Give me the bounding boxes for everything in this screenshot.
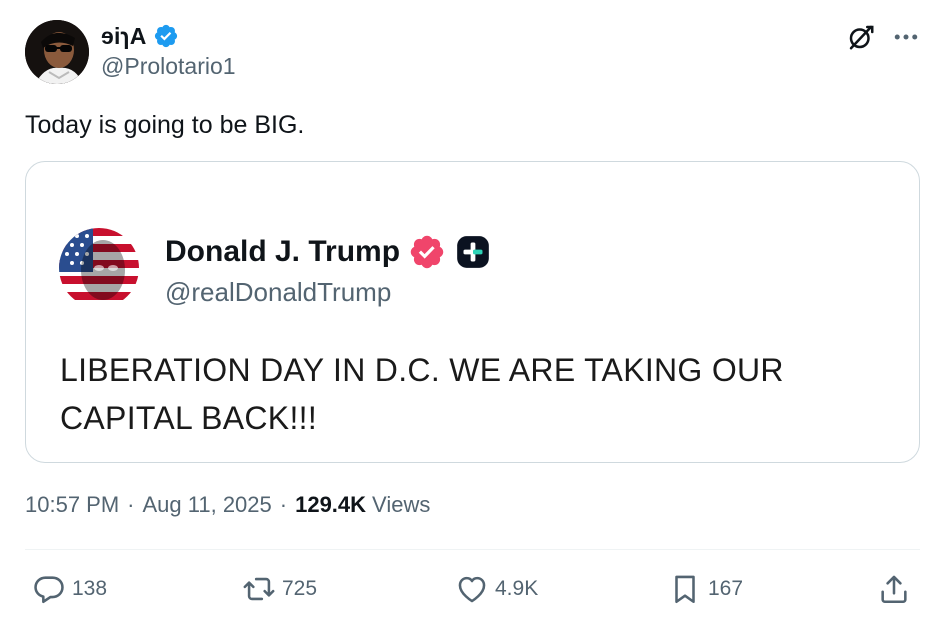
quoted-name-line: Donald J. Trump — [165, 232, 492, 272]
quoted-author-avatar — [59, 228, 139, 308]
repost-icon — [243, 577, 275, 601]
tweet: ɘiɿA @Prolotario1 Today is going to be B… — [0, 0, 944, 625]
heart-icon — [458, 576, 486, 603]
share-button[interactable] — [877, 570, 911, 608]
quoted-handle: @realDonaldTrump — [165, 277, 392, 307]
quoted-display-name: Donald J. Trump — [165, 235, 401, 268]
bookmark-button[interactable]: 167 — [668, 570, 743, 608]
repost-button[interactable]: 725 — [242, 570, 317, 608]
bookmark-count: 167 — [708, 577, 744, 600]
divider — [25, 549, 920, 550]
like-button[interactable]: 4.9K — [455, 570, 538, 608]
repost-count: 725 — [282, 577, 318, 600]
bookmark-icon — [675, 575, 695, 604]
author-avatar[interactable] — [25, 20, 89, 84]
truth-plus-icon — [457, 236, 489, 268]
views-label: Views — [372, 492, 431, 517]
quoted-verified-badge-icon — [410, 235, 444, 269]
author-name-line: ɘiɿA — [101, 20, 179, 52]
more-icon[interactable] — [891, 22, 921, 52]
reply-count: 138 — [72, 577, 108, 600]
reply-button[interactable]: 138 — [32, 570, 107, 608]
verified-badge-icon[interactable] — [153, 23, 179, 49]
quoted-avatar-image — [59, 228, 139, 308]
share-icon — [881, 575, 907, 604]
avatar-image — [25, 20, 89, 84]
post-date[interactable]: Aug 11, 2025 — [143, 492, 272, 518]
reply-icon — [34, 576, 64, 604]
meta-separator-2: · — [279, 492, 288, 517]
post-meta: 10:57 PM · Aug 11, 2025 · 129.4K Views — [25, 492, 430, 518]
views-count[interactable]: 129.4K — [295, 492, 366, 518]
tweet-text: Today is going to be BIG. — [25, 111, 305, 139]
post-time[interactable]: 10:57 PM — [25, 492, 119, 518]
author-handle[interactable]: @Prolotario1 — [101, 53, 236, 80]
quoted-post-card[interactable]: Donald J. Trump @realDonaldTrump LIBERAT… — [25, 161, 920, 463]
meta-separator: · — [127, 492, 135, 517]
quoted-post-text: LIBERATION DAY IN D.C. WE ARE TAKING OUR… — [60, 352, 784, 436]
grok-icon[interactable] — [846, 22, 876, 52]
like-count: 4.9K — [495, 577, 539, 600]
author-display-name[interactable]: ɘiɿA — [101, 23, 147, 50]
